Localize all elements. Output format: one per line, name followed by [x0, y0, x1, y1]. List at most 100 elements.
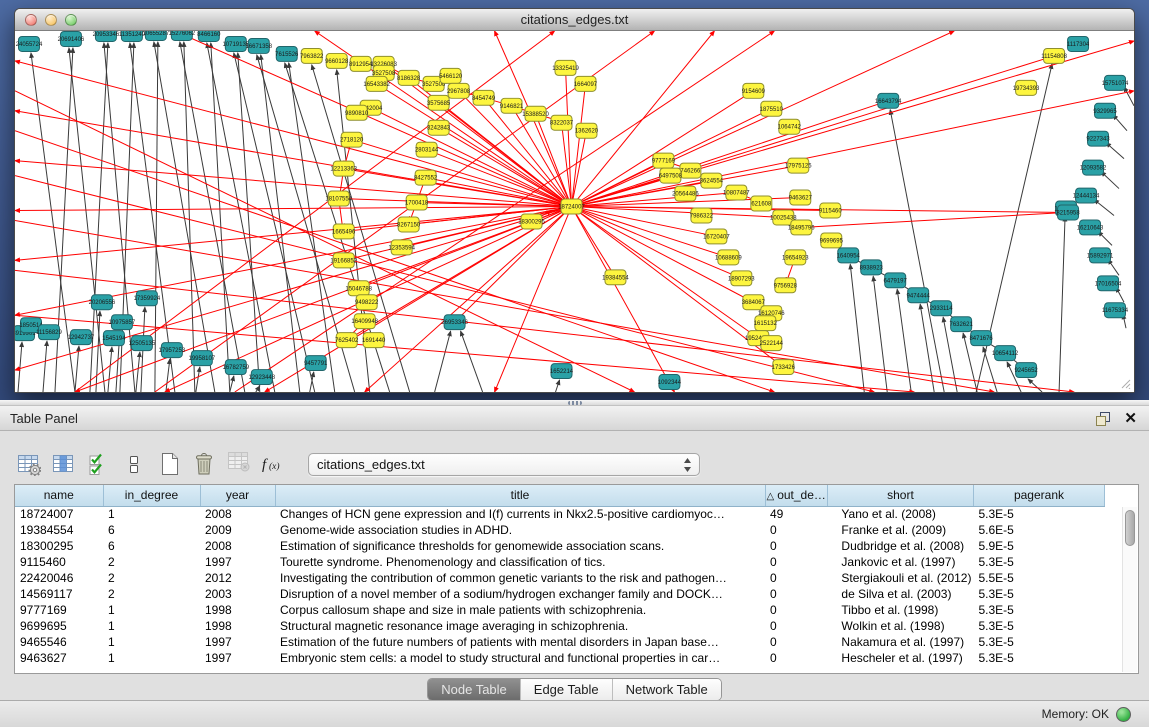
graph-node[interactable]: 10654112: [992, 346, 1019, 361]
column-header-short[interactable]: short: [827, 485, 973, 506]
graph-node[interactable]: 17957253: [159, 343, 186, 358]
graph-node[interactable]: 13325419: [552, 60, 579, 75]
graph-node[interactable]: 10688609: [715, 250, 742, 265]
graph-node[interactable]: 8322037: [550, 115, 574, 130]
table-cell-short[interactable]: Nakamura et al. (1997): [827, 634, 973, 650]
graph-node[interactable]: 9699695: [820, 233, 844, 248]
table-cell-short[interactable]: Tibbo et al. (1998): [827, 602, 973, 618]
graph-node[interactable]: 10807487: [723, 185, 750, 200]
table-vertical-scrollbar[interactable]: [1122, 507, 1137, 672]
column-header-title[interactable]: title: [275, 485, 765, 506]
table-cell-year[interactable]: 2008: [200, 538, 275, 554]
table-cell-pagerank[interactable]: 5.3E-5: [973, 602, 1104, 618]
graph-node[interactable]: 5466120: [439, 68, 463, 83]
graph-node[interactable]: 8471676: [970, 331, 994, 346]
table-row[interactable]: 946554611997Estimation of the future num…: [15, 634, 1104, 650]
graph-node[interactable]: 9457791: [304, 356, 328, 371]
table-cell-short[interactable]: Wolkin et al. (1998): [827, 618, 973, 634]
graph-node[interactable]: 19166852: [330, 253, 357, 268]
table-cell-pagerank[interactable]: 5.3E-5: [973, 634, 1104, 650]
graph-node[interactable]: 17359924: [134, 291, 161, 306]
graph-node[interactable]: 9245652: [1014, 363, 1038, 378]
graph-node[interactable]: 3242843: [427, 120, 451, 135]
graph-node[interactable]: 19654923: [782, 250, 809, 265]
select-all-icon[interactable]: [86, 450, 112, 478]
table-cell-pagerank[interactable]: 5.3E-5: [973, 650, 1104, 666]
new-table-icon[interactable]: [156, 450, 182, 478]
table-cell-out_degree[interactable]: 0: [765, 586, 827, 602]
graph-node[interactable]: 16210643: [1077, 220, 1104, 235]
delete-rows-trash-icon[interactable]: [191, 450, 217, 478]
graph-node[interactable]: 1615132: [754, 316, 778, 331]
graph-node[interactable]: 16543382: [363, 76, 390, 91]
graph-node[interactable]: 1733426: [772, 360, 796, 375]
table-cell-short[interactable]: Dudbridge et al. (2008): [827, 538, 973, 554]
graph-node[interactable]: 11675334: [1102, 303, 1129, 318]
graph-node[interactable]: 9474444: [907, 288, 931, 303]
graph-node[interactable]: 1700418: [405, 195, 429, 210]
table-row[interactable]: 946362711997Embryonic stem cells: a mode…: [15, 650, 1104, 666]
table-cell-pagerank[interactable]: 5.9E-5: [973, 538, 1104, 554]
graph-node[interactable]: 12942737: [68, 330, 95, 345]
table-row[interactable]: 2242004622012Investigating the contribut…: [15, 570, 1104, 586]
graph-node[interactable]: 9154609: [742, 83, 766, 98]
float-window-icon[interactable]: [1095, 411, 1112, 427]
table-cell-out_degree[interactable]: 0: [765, 554, 827, 570]
table-cell-out_degree[interactable]: 0: [765, 618, 827, 634]
table-cell-name[interactable]: 9699695: [15, 618, 103, 634]
table-row[interactable]: 977716911998Corpus callosum shape and si…: [15, 602, 1104, 618]
graph-node[interactable]: 1652214: [550, 364, 574, 379]
graph-node[interactable]: 26953346: [441, 315, 468, 330]
graph-node[interactable]: 19384554: [602, 270, 629, 285]
graph-node[interactable]: 7986322: [690, 208, 714, 223]
close-window-button[interactable]: [25, 14, 37, 26]
table-cell-in_degree[interactable]: 2: [103, 586, 200, 602]
tab-edge-table[interactable]: Edge Table: [520, 679, 612, 700]
graph-node[interactable]: 20691406: [58, 31, 85, 46]
table-cell-year[interactable]: 2008: [200, 506, 275, 522]
table-cell-title[interactable]: Genome-wide association studies in ADHD.: [275, 522, 765, 538]
table-cell-in_degree[interactable]: 6: [103, 538, 200, 554]
graph-node[interactable]: 16643794: [875, 93, 902, 108]
table-cell-short[interactable]: de Silva et al. (2003): [827, 586, 973, 602]
table-cell-year[interactable]: 2009: [200, 522, 275, 538]
table-cell-pagerank[interactable]: 5.3E-5: [973, 506, 1104, 522]
minimize-window-button[interactable]: [45, 14, 57, 26]
graph-node[interactable]: 10975857: [109, 315, 136, 330]
scrollbar-thumb[interactable]: [1125, 510, 1135, 546]
graph-node[interactable]: 6479197: [884, 273, 908, 288]
column-header-in_degree[interactable]: in_degree: [103, 485, 200, 506]
graph-node[interactable]: 19958107: [189, 351, 216, 366]
table-cell-year[interactable]: 1997: [200, 634, 275, 650]
graph-node[interactable]: 3575685: [427, 95, 451, 110]
table-cell-in_degree[interactable]: 2: [103, 570, 200, 586]
graph-node[interactable]: 17975125: [785, 158, 812, 173]
table-cell-out_degree[interactable]: 0: [765, 538, 827, 554]
graph-node[interactable]: 1665496: [332, 224, 356, 239]
table-cell-in_degree[interactable]: 6: [103, 522, 200, 538]
table-cell-year[interactable]: 2012: [200, 570, 275, 586]
graph-node[interactable]: 18495796: [788, 220, 815, 235]
table-cell-year[interactable]: 1998: [200, 618, 275, 634]
graph-node[interactable]: 8466160: [197, 31, 221, 41]
graph-node[interactable]: 1664097: [574, 76, 598, 91]
graph-node[interactable]: 8267150: [397, 217, 421, 232]
graph-node[interactable]: 2803144: [415, 142, 439, 157]
graph-node[interactable]: 10655287: [143, 31, 170, 40]
table-cell-title[interactable]: Estimation of significance thresholds fo…: [275, 538, 765, 554]
row-height-icon[interactable]: [121, 450, 147, 478]
table-cell-name[interactable]: 22420046: [15, 570, 103, 586]
table-cell-year[interactable]: 1997: [200, 554, 275, 570]
table-cell-year[interactable]: 1997: [200, 650, 275, 666]
table-cell-short[interactable]: Jankovic et al. (1997): [827, 554, 973, 570]
table-cell-name[interactable]: 19384554: [15, 522, 103, 538]
graph-node[interactable]: 15388520: [522, 106, 549, 121]
graph-node[interactable]: 8454749: [472, 90, 496, 105]
graph-window-titlebar[interactable]: citations_edges.txt: [15, 9, 1134, 31]
table-cell-year[interactable]: 2003: [200, 586, 275, 602]
table-cell-in_degree[interactable]: 1: [103, 634, 200, 650]
table-cell-short[interactable]: Hescheler et al. (1997): [827, 650, 973, 666]
zoom-window-button[interactable]: [65, 14, 77, 26]
graph-node[interactable]: 1545194: [102, 331, 126, 346]
graph-node[interactable]: 12213363: [330, 161, 357, 176]
